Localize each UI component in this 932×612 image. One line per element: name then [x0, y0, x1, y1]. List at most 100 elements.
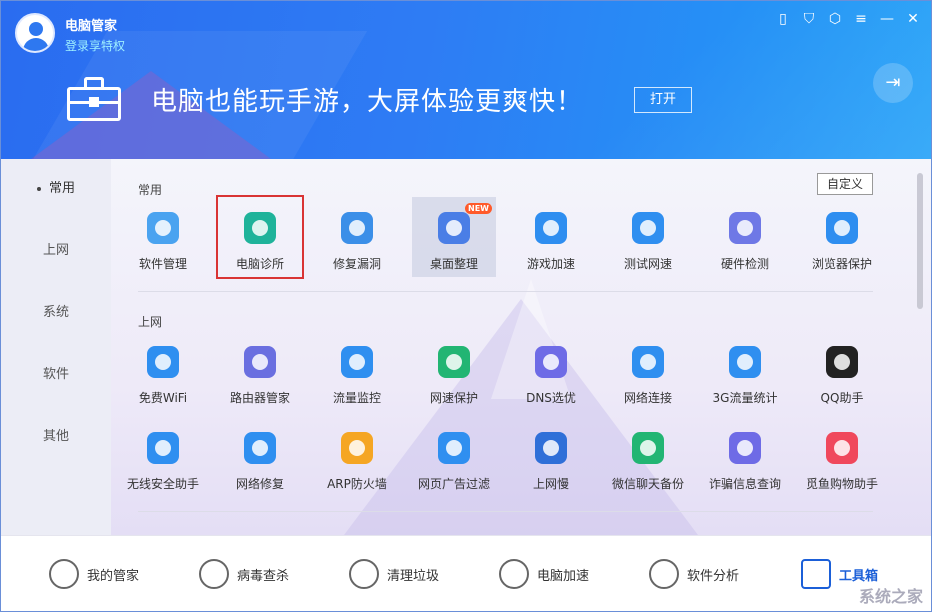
app-window: 电脑管家 登录享特权 ▯ ⛉ ⬡ ≡ — ✕ 电脑也能玩手游，大屏体验更爽快！ … [0, 0, 932, 612]
tool-item[interactable]: ARP防火墙 [315, 417, 399, 497]
nav-my-butler[interactable]: 我的管家 [49, 556, 139, 592]
active-dot [36, 186, 41, 191]
game-rocket-icon [532, 209, 570, 247]
phone-icon[interactable]: ▯ [775, 11, 791, 27]
tool-label: 3G流量统计 [712, 391, 778, 405]
sidebar-item-system[interactable]: 系统 [1, 293, 111, 333]
menu-icon[interactable]: ≡ [853, 11, 869, 27]
tool-item[interactable]: 觅鱼购物助手 [800, 417, 884, 497]
tool-label: 浏览器保护 [811, 257, 872, 271]
speedometer-icon [629, 209, 667, 247]
section-title-common: 常用 [138, 183, 163, 197]
desktop-organize-icon [435, 209, 473, 247]
nav-label: 工具箱 [839, 568, 879, 584]
banner-title: 电脑也能玩手游，大屏体验更爽快！ [151, 87, 584, 117]
stethoscope-icon [241, 209, 279, 247]
login-link[interactable]: 登录享特权 [65, 37, 125, 54]
tool-item[interactable]: NEW 桌面整理 [412, 197, 496, 277]
tool-label: 流量监控 [332, 391, 381, 405]
tool-item[interactable]: 上网慢 [509, 417, 593, 497]
tool-label: ARP防火墙 [327, 477, 387, 491]
chip-icon [726, 209, 764, 247]
globe-icon [629, 343, 667, 381]
tool-label: 诈骗信息查询 [708, 477, 781, 491]
open-button[interactable]: 打开 [634, 87, 692, 113]
tool-item[interactable]: 无线安全助手 [121, 417, 205, 497]
3g-icon [726, 343, 764, 381]
shirt-icon[interactable]: ⬡ [827, 11, 843, 27]
window-controls: ▯ ⛉ ⬡ ≡ — ✕ [775, 11, 921, 27]
windows-repair-icon [338, 209, 376, 247]
nav-clean-junk[interactable]: 清理垃圾 [349, 556, 439, 592]
tool-label: 网络连接 [623, 391, 672, 405]
sidebar-item-software[interactable]: 软件 [1, 355, 111, 395]
tool-label: 桌面整理 [429, 257, 478, 271]
tool-label: 游戏加速 [526, 257, 575, 271]
tool-label: 免费WiFi [138, 391, 188, 405]
tool-item[interactable]: 浏览器保护 [800, 197, 884, 277]
tool-label: 电脑诊所 [235, 257, 284, 271]
virus-scan-icon [199, 559, 229, 589]
customize-button[interactable]: 自定义 [817, 173, 873, 195]
watermark-logo: 系统之家 [858, 587, 923, 606]
tool-item[interactable]: 游戏加速 [509, 197, 593, 277]
software-analysis-icon [649, 559, 679, 589]
tool-item[interactable]: 电脑诊所 [216, 195, 304, 279]
tool-item[interactable]: DNS选优 [509, 331, 593, 411]
exit-icon[interactable]: ⇥ [873, 63, 913, 103]
tool-item[interactable]: 软件管理 [121, 197, 205, 277]
tool-label: 网络修复 [235, 477, 284, 491]
toolbox-icon [67, 77, 121, 121]
nav-virus-scan[interactable]: 病毒查杀 [199, 556, 289, 592]
new-badge: NEW [465, 203, 492, 214]
nav-software-analysis[interactable]: 软件分析 [649, 556, 739, 592]
minimize-icon[interactable]: — [879, 11, 895, 27]
tool-label: 修复漏洞 [332, 257, 381, 271]
tool-item[interactable]: 修复漏洞 [315, 197, 399, 277]
avatar[interactable] [15, 13, 55, 53]
nav-label: 电脑加速 [537, 568, 590, 584]
tool-item[interactable]: 网页广告过滤 [412, 417, 496, 497]
nav-label: 清理垃圾 [387, 568, 440, 584]
shopping-tag-icon [823, 429, 861, 467]
ad-filter-icon [435, 429, 473, 467]
nav-speed-up[interactable]: 电脑加速 [499, 556, 589, 592]
shield-icon[interactable]: ⛉ [801, 11, 817, 27]
tool-item[interactable]: 微信聊天备份 [606, 417, 690, 497]
sidebar: 常用 上网 系统 软件 其他 [1, 159, 111, 535]
scrollbar[interactable] [917, 173, 923, 309]
tool-item[interactable]: 免费WiFi [121, 331, 205, 411]
tool-item[interactable]: 硬件检测 [703, 197, 787, 277]
tool-item[interactable]: 测试网速 [606, 197, 690, 277]
sidebar-item-internet[interactable]: 上网 [1, 231, 111, 271]
tool-label: 觅鱼购物助手 [805, 477, 878, 491]
speed-shield-icon [435, 343, 473, 381]
traffic-monitor-icon [338, 343, 376, 381]
tool-item[interactable]: 网络连接 [606, 331, 690, 411]
tool-item[interactable]: QQ助手 [800, 331, 884, 411]
tool-label: 软件管理 [138, 257, 187, 271]
wifi-free-icon [144, 343, 182, 381]
sidebar-item-label: 软件 [42, 367, 69, 382]
bottom-nav: 我的管家 病毒查杀 清理垃圾 电脑加速 软件分析 工具箱 系统之家 [1, 535, 931, 611]
qq-penguin-icon [823, 343, 861, 381]
tool-item[interactable]: 网速保护 [412, 331, 496, 411]
tool-item[interactable]: 3G流量统计 [703, 331, 787, 411]
nav-label: 病毒查杀 [237, 568, 290, 584]
tool-label: 测试网速 [623, 257, 672, 271]
rocket-icon [499, 559, 529, 589]
sidebar-item-common[interactable]: 常用 [1, 169, 111, 209]
close-icon[interactable]: ✕ [905, 11, 921, 27]
sidebar-item-label: 系统 [42, 305, 69, 320]
tool-item[interactable]: 流量监控 [315, 331, 399, 411]
sidebar-item-other[interactable]: 其他 [1, 417, 111, 457]
tool-item[interactable]: 路由器管家 [218, 331, 302, 411]
hourglass-icon [532, 429, 570, 467]
toolbox-icon [801, 559, 831, 589]
sidebar-item-label: 常用 [48, 181, 75, 196]
tool-label: 网速保护 [429, 391, 478, 405]
tool-label: 硬件检测 [720, 257, 769, 271]
sidebar-item-label: 其他 [42, 429, 69, 444]
tool-item[interactable]: 网络修复 [218, 417, 302, 497]
tool-item[interactable]: 诈骗信息查询 [703, 417, 787, 497]
